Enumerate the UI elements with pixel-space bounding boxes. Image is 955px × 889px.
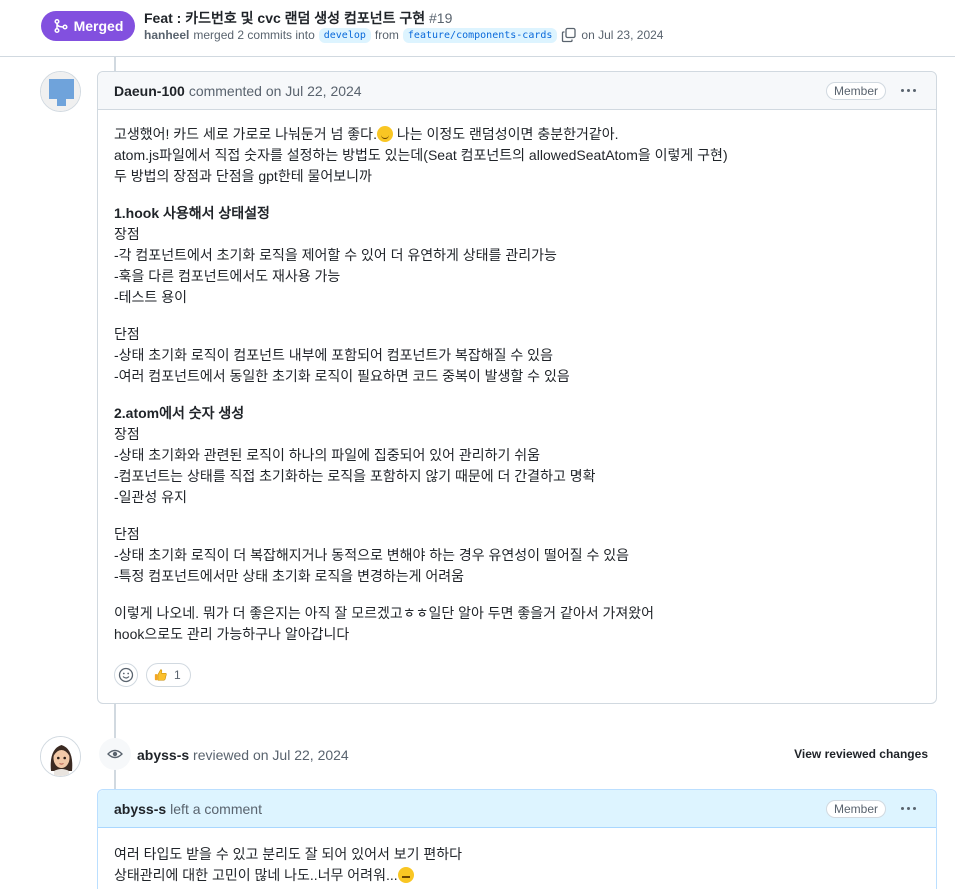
review-event: abyss-s reviewed on Jul 22, 2024: [137, 747, 349, 763]
member-badge: Member: [825, 81, 886, 100]
merged-text: merged 2 commits into: [193, 28, 315, 42]
avatar[interactable]: [40, 71, 81, 112]
review-comment-box: abyss-s left a comment Member 여러 타입도 받을 …: [97, 789, 937, 889]
comment-line: 단점: [114, 526, 140, 542]
merge-date: on Jul 23, 2024: [581, 28, 664, 42]
comment-text: 나는 이정도 랜덤성이면 충분한거같아.: [392, 126, 619, 142]
comment-line: 장점: [114, 426, 140, 442]
comment-line: 두 방법의 장점과 단점을 gpt한테 물어보니까: [114, 168, 372, 184]
pr-meta: hanheel merged 2 commits into develop fr…: [144, 27, 663, 43]
comment-line: -컴포넌트는 상태를 직접 초기화하는 로직을 포함하지 않기 때문에 더 간결…: [114, 468, 596, 484]
merged-status-label: Merged: [73, 18, 124, 34]
smiley-icon: [118, 667, 134, 683]
review-comment-body: 여러 타입도 받을 수 있고 분리도 잘 되어 있어서 보기 편하다 상태관리에…: [98, 828, 936, 886]
pr-title: Feat : 카드번호 및 cvc 랜덤 생성 컴포넌트 구현 #19: [144, 8, 452, 28]
thumbs-up-icon: [154, 669, 167, 681]
pr-title-text: Feat : 카드번호 및 cvc 랜덤 생성 컴포넌트 구현: [144, 10, 426, 26]
comment-action-text: left a comment: [170, 800, 262, 817]
comment-line: 단점: [114, 326, 140, 342]
review-eye-badge: [99, 738, 131, 770]
base-branch[interactable]: develop: [318, 27, 371, 43]
member-badge: Member: [825, 799, 886, 818]
merged-status-badge: Merged: [41, 11, 135, 41]
comment-line: -테스트 용이: [114, 289, 187, 305]
eye-icon: [107, 749, 123, 759]
identicon-avatar-icon: [41, 72, 80, 111]
comment-header: Daeun-100 commented on Jul 22, 2024 Memb…: [98, 72, 936, 110]
kebab-menu-icon[interactable]: [896, 83, 920, 99]
head-branch[interactable]: feature/components-cards: [402, 27, 558, 43]
review-comment-header: abyss-s left a comment Member: [98, 790, 936, 828]
comment-line: 상태관리에 대한 고민이 많네 나도..너무 어려워...: [114, 865, 920, 886]
view-reviewed-changes-link[interactable]: View reviewed changes: [794, 747, 928, 761]
comment-line: 이렇게 나오네. 뭐가 더 좋은지는 아직 잘 모르겠고ㅎㅎ일단 알아 두면 좋…: [114, 605, 655, 621]
comment-author-link[interactable]: Daeun-100: [114, 83, 185, 99]
comment-line: 장점: [114, 226, 140, 242]
comment-line: 여러 타입도 받을 수 있고 분리도 잘 되어 있어서 보기 편하다: [114, 846, 463, 862]
comment-heading: 2.atom에서 숫자 생성: [114, 405, 245, 421]
comment-author-link[interactable]: abyss-s: [114, 801, 166, 817]
comment-timestamp[interactable]: commented on Jul 22, 2024: [189, 83, 362, 99]
comment-line: -여러 컴포넌트에서 동일한 초기화 로직이 필요하면 코드 중복이 발생할 수…: [114, 368, 570, 384]
pr-author-link[interactable]: hanheel: [144, 28, 189, 42]
expressionless-emoji-icon: [397, 867, 414, 883]
comment-line: -상태 초기화와 관련된 로직이 하나의 파일에 집중되어 있어 관리하기 쉬움: [114, 447, 541, 463]
pr-header: Merged Feat : 카드번호 및 cvc 랜덤 생성 컴포넌트 구현 #…: [0, 0, 955, 57]
comment-line: -상태 초기화 로직이 컴포넌트 내부에 포함되어 컴포넌트가 복잡해질 수 있…: [114, 347, 553, 363]
from-text: from: [374, 28, 399, 42]
comment-line: -각 컴포넌트에서 초기화 로직을 제어할 수 있어 더 유연하게 상태를 관리…: [114, 247, 557, 263]
review-timestamp[interactable]: reviewed on Jul 22, 2024: [193, 747, 349, 763]
reaction-count: 1: [174, 668, 181, 682]
comment-line: -특정 컴포넌트에서만 상태 초기화 로직을 변경하는게 어려움: [114, 568, 464, 584]
smile-emoji-icon: [376, 126, 393, 142]
comment-box: Daeun-100 commented on Jul 22, 2024 Memb…: [97, 71, 937, 704]
comment-line: hook으로도 관리 가능하구나 알아갑니다: [114, 626, 350, 642]
comment-heading: 1.hook 사용해서 상태설정: [114, 205, 270, 221]
comment-line: -상태 초기화 로직이 더 복잡해지거나 동적으로 변해야 하는 경우 유연성이…: [114, 547, 630, 563]
memoji-avatar-icon: [41, 737, 80, 776]
copy-icon[interactable]: [561, 27, 577, 43]
comment-line: 고생했어! 카드 세로 가로로 나눠둔거 넘 좋다. 나는 이정도 랜덤성이면 …: [114, 124, 920, 145]
comment-text: 고생했어! 카드 세로 가로로 나눠둔거 넘 좋다.: [114, 126, 377, 142]
reactions-bar: 1: [114, 663, 191, 687]
kebab-menu-icon[interactable]: [896, 801, 920, 817]
comment-text: 상태관리에 대한 고민이 많네 나도..너무 어려워...: [114, 867, 398, 883]
add-reaction-button[interactable]: [114, 663, 138, 687]
pr-number: #19: [429, 10, 453, 26]
comment-line: -훅을 다른 컴포넌트에서도 재사용 가능: [114, 268, 341, 284]
reviewer-link[interactable]: abyss-s: [137, 747, 189, 763]
thumbs-up-reaction-button[interactable]: 1: [146, 663, 191, 687]
git-merge-icon: [54, 18, 68, 34]
comment-body: 고생했어! 카드 세로 가로로 나눠둔거 넘 좋다. 나는 이정도 랜덤성이면 …: [98, 110, 936, 645]
comment-line: atom.js파일에서 직접 숫자를 설정하는 방법도 있는데(Seat 컴포넌…: [114, 147, 728, 163]
avatar[interactable]: [40, 736, 81, 777]
comment-line: -일관성 유지: [114, 489, 187, 505]
